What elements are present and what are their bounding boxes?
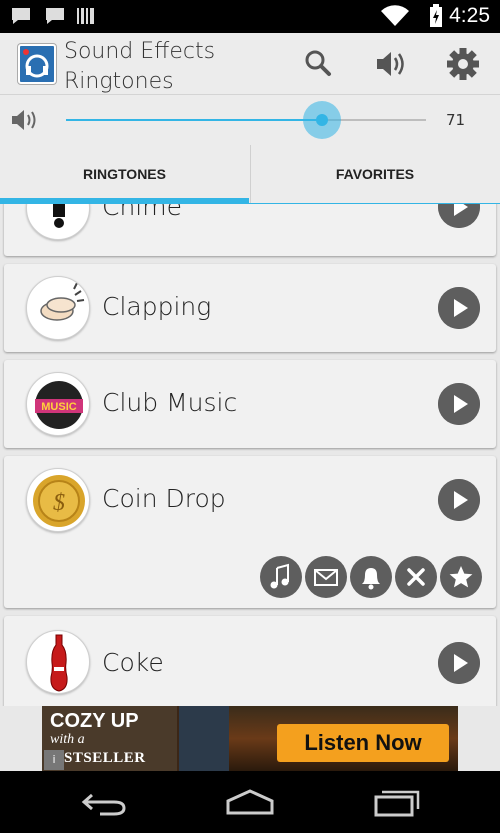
- barcode-icon: [77, 8, 94, 24]
- svg-text:MUSIC: MUSIC: [41, 401, 77, 413]
- clapping-hands-icon: [26, 276, 90, 340]
- app-title-line2: Ringtones: [64, 69, 174, 94]
- list-item-coke[interactable]: Coke: [4, 616, 496, 706]
- item-label: Coke: [102, 648, 164, 677]
- volume-slider[interactable]: [66, 101, 426, 139]
- item-label: Club Music: [102, 388, 238, 417]
- battery-charging-icon: [430, 4, 442, 27]
- volume-slider-knob: [316, 114, 328, 126]
- tab-ringtones[interactable]: RINGTONES: [0, 145, 249, 203]
- settings-gear-icon: [447, 48, 479, 80]
- ad-tagline: STSELLER: [64, 750, 146, 766]
- chat-icon: [12, 8, 30, 24]
- ringtone-music-note-icon: [270, 563, 289, 589]
- set-ringtone-button[interactable]: [260, 556, 302, 598]
- play-icon: [438, 204, 480, 228]
- alarm-bell-icon: [362, 568, 380, 590]
- set-alarm-button[interactable]: [350, 556, 392, 598]
- play-button[interactable]: [438, 287, 480, 329]
- search-button[interactable]: [302, 47, 336, 81]
- item-label: Chime: [102, 204, 182, 221]
- app-logo-icon[interactable]: [18, 44, 56, 84]
- app-screen: 4:25 Sound Effects Ringtones 71 RINGTONE…: [0, 0, 500, 833]
- ad-banner[interactable]: COZY UP with a STSELLER i Listen Now: [42, 706, 458, 771]
- play-icon: [438, 479, 480, 521]
- play-icon: [438, 642, 480, 684]
- remove-x-icon: [407, 568, 425, 586]
- ad-info-icon[interactable]: i: [44, 750, 64, 770]
- club-music-logo-icon: MUSIC: [26, 372, 90, 436]
- list-item-club-music[interactable]: MUSIC Club Music: [4, 360, 496, 448]
- list-item-clapping[interactable]: Clapping: [4, 264, 496, 352]
- volume-value: 71: [446, 111, 466, 129]
- favorite-star-icon: [449, 566, 473, 588]
- volume-row: 71: [0, 95, 500, 145]
- tab-favorites[interactable]: FAVORITES: [250, 145, 499, 203]
- app-title: Sound Effects Ringtones: [64, 37, 215, 97]
- volume-icon: [377, 52, 404, 76]
- chat-icon: [46, 8, 64, 24]
- set-notification-button[interactable]: [305, 556, 347, 598]
- action-bar: Sound Effects Ringtones: [0, 33, 500, 95]
- notification-envelope-icon: [314, 569, 338, 586]
- soda-bottle-icon: [26, 630, 90, 694]
- settings-button[interactable]: [446, 47, 480, 81]
- item-label: Clapping: [102, 292, 212, 321]
- volume-button[interactable]: [374, 47, 408, 81]
- clock: 4:25: [449, 4, 490, 27]
- ad-cta-button[interactable]: Listen Now: [277, 724, 449, 762]
- list-item-chime[interactable]: Chime: [4, 204, 496, 256]
- status-bar: 4:25: [0, 0, 500, 33]
- volume-icon: [12, 110, 36, 130]
- play-button[interactable]: [438, 383, 480, 425]
- tab-bar: RINGTONES FAVORITES: [0, 145, 500, 204]
- item-actions: [260, 556, 482, 598]
- play-icon: [438, 287, 480, 329]
- gold-coin-icon: $: [26, 468, 90, 532]
- favorite-button[interactable]: [440, 556, 482, 598]
- ad-book-image: [179, 706, 229, 771]
- play-button[interactable]: [438, 642, 480, 684]
- back-icon: [81, 793, 126, 816]
- volume-slider-thumb[interactable]: [303, 101, 341, 139]
- ringtone-list[interactable]: Chime Clapping MUSIC Club Music $ Coin D…: [0, 204, 500, 706]
- home-button[interactable]: [225, 787, 275, 821]
- navigation-bar: [0, 771, 500, 833]
- remove-button[interactable]: [395, 556, 437, 598]
- list-item-coin-drop[interactable]: $ Coin Drop: [4, 456, 496, 608]
- recent-apps-button[interactable]: [374, 787, 422, 821]
- home-icon: [226, 789, 274, 815]
- wifi-icon: [381, 5, 409, 27]
- volume-slider-fill: [66, 119, 322, 121]
- ad-headline: COZY UP: [50, 710, 139, 732]
- back-button[interactable]: [80, 787, 128, 821]
- ad-left-panel: COZY UP with a STSELLER i: [42, 706, 177, 771]
- ad-subline: with a: [50, 732, 85, 747]
- recent-apps-icon: [374, 790, 420, 817]
- svg-text:$: $: [53, 490, 65, 516]
- item-label: Coin Drop: [102, 484, 226, 513]
- play-button[interactable]: [438, 204, 480, 228]
- play-icon: [438, 383, 480, 425]
- app-title-line1: Sound Effects: [64, 39, 216, 64]
- chime-bell-icon: [26, 204, 90, 240]
- search-icon: [305, 50, 331, 76]
- play-button[interactable]: [438, 479, 480, 521]
